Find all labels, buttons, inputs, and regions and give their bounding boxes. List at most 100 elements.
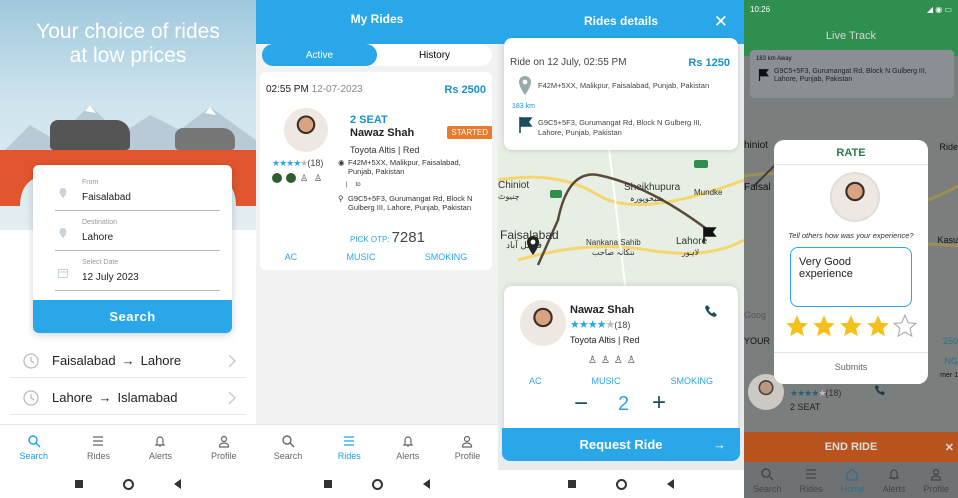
close-icon[interactable]: ✕ [714, 12, 728, 32]
dropoff-address: ⚲ G9C5+5F3, Gurumangat Rd, Block N Gulber… [338, 194, 473, 212]
tab-rides[interactable]: Rides [87, 434, 110, 461]
history-icon [23, 389, 39, 406]
star-icon[interactable] [838, 313, 864, 339]
list-icon [805, 468, 816, 479]
ride-details-screen: Chiniot چنیوٹ Sheikhupura شیخوپورہ Mundk… [498, 0, 744, 498]
star-icon[interactable] [865, 313, 891, 339]
list-icon [93, 436, 104, 446]
date-field[interactable]: Select Date 12 July 2023 [55, 255, 220, 291]
star-empty-icon[interactable] [892, 313, 918, 339]
tab-rides[interactable]: Rides [338, 434, 361, 461]
person-icon: ♙ [300, 173, 309, 183]
back-icon[interactable] [667, 479, 674, 489]
tab-profile[interactable]: Profile [455, 434, 480, 461]
preferences-icons: ♙ ♙ [272, 173, 324, 183]
rate-dialog: RATE Tell others how was your experience… [774, 140, 928, 384]
end-ride-button[interactable]: END RIDE ✕ [744, 432, 958, 462]
my-rides-screen: My Rides Active History 02:55 PM 12-07-2… [256, 0, 498, 498]
user-icon [931, 468, 942, 481]
star-rating-icon: ★★★★★ [272, 158, 308, 168]
from-field[interactable]: From Faisalabad [55, 175, 220, 211]
back-icon[interactable] [174, 479, 181, 489]
tab-history[interactable]: History [377, 44, 492, 66]
person-icon: ♙ [314, 173, 323, 183]
system-nav-bar [498, 470, 744, 498]
recents-icon[interactable] [75, 480, 83, 488]
recents-icon[interactable] [568, 480, 576, 488]
page-title: My Rides [256, 0, 498, 44]
user-icon [218, 435, 229, 448]
car-illustration [50, 120, 130, 150]
driver-name: Nawaz Shah [350, 127, 415, 139]
tab-alerts[interactable]: Alerts [882, 467, 905, 494]
rate-title: RATE [836, 147, 866, 159]
route-map[interactable]: Chiniot چنیوٹ Sheikhupura شیخوپورہ Mundk… [498, 140, 744, 310]
bell-icon [888, 468, 900, 480]
destination-field[interactable]: Destination Lahore [55, 215, 220, 251]
tab-home[interactable]: Home [840, 467, 864, 494]
phone-icon[interactable] [704, 304, 718, 318]
seat-count: 2 SEAT [350, 114, 388, 126]
phone-icon[interactable] [874, 384, 886, 396]
search-button[interactable]: Search [33, 300, 232, 333]
ride-detail-card: Ride on 12 July, 02:55 PM Rs 1250 F42M+5… [504, 38, 738, 150]
feedback-input[interactable]: Very Good experience [790, 247, 912, 307]
arrow-right-icon: → [121, 353, 135, 368]
decrease-seat-button[interactable]: − [574, 390, 588, 418]
status-badge: STARTED [447, 126, 492, 139]
star-rating-input[interactable] [784, 313, 918, 339]
tab-profile[interactable]: Profile [923, 467, 949, 494]
tab-search[interactable]: Search [19, 434, 48, 461]
bottom-tab-bar: Search Rides Home Alerts Profile [744, 462, 958, 498]
tab-profile[interactable]: Profile [211, 434, 236, 461]
tab-alerts[interactable]: Alerts [396, 434, 419, 461]
search-icon [28, 435, 41, 448]
rating: ★★★★★(18) [790, 388, 842, 398]
driver-avatar [830, 172, 880, 222]
increase-seat-button[interactable]: + [652, 389, 666, 417]
music-icon [286, 173, 296, 183]
back-icon[interactable] [423, 479, 430, 489]
ride-card[interactable]: 02:55 PM 12-07-2023 Rs 2500 2 SEAT Nawaz… [260, 72, 492, 270]
history-icon [23, 352, 39, 369]
tab-rides[interactable]: Rides [799, 467, 823, 494]
recents-icon[interactable] [324, 480, 332, 488]
rides-segment-control: Active History [262, 44, 492, 66]
close-icon[interactable]: ✕ [945, 441, 954, 454]
tab-alerts[interactable]: Alerts [149, 434, 172, 461]
recent-search-item[interactable]: Lahore → Islamabad [10, 381, 246, 415]
star-icon[interactable] [784, 313, 810, 339]
location-pin-icon: ⚲ [338, 194, 344, 203]
smoke-icon [272, 173, 282, 183]
rating: ★★★★★(18) [272, 158, 324, 168]
recent-search-item[interactable]: Faisalabad → Lahore [10, 344, 246, 378]
car-info: Toyota Altis | Red [570, 335, 640, 345]
tab-search[interactable]: Search [753, 467, 782, 494]
tab-active[interactable]: Active [262, 44, 377, 66]
system-nav-bar [0, 470, 256, 498]
ride-time: 02:55 PM 12-07-2023 [266, 84, 363, 95]
search-screen: Your choice of rides at low prices From … [0, 0, 256, 498]
target-icon: ◉ [338, 158, 345, 167]
star-rating-icon: ★★★★★ [570, 319, 615, 331]
home-icon[interactable] [123, 478, 134, 490]
request-ride-button[interactable]: Request Ride → [502, 428, 740, 461]
ride-price: Rs 1250 [688, 57, 730, 69]
user-icon [462, 435, 473, 448]
tab-search[interactable]: Search [274, 434, 302, 461]
home-icon[interactable] [372, 478, 383, 490]
driver-avatar [284, 108, 328, 152]
map-canvas [498, 140, 744, 310]
rate-question: Tell others how was your experience? [788, 231, 914, 240]
location-pin-icon [519, 76, 531, 95]
system-nav-bar [256, 470, 498, 498]
home-icon[interactable] [616, 478, 627, 490]
ride-features: AC MUSIC SMOKING [528, 376, 713, 386]
chevron-right-icon [228, 391, 237, 405]
star-icon[interactable] [811, 313, 837, 339]
driver-name: Nawaz Shah [570, 304, 635, 316]
driver-avatar [520, 300, 566, 346]
seat-count: 2 SEAT [790, 402, 821, 412]
ride-price: Rs 2500 [444, 84, 486, 96]
submit-button[interactable]: Submits [774, 362, 928, 372]
